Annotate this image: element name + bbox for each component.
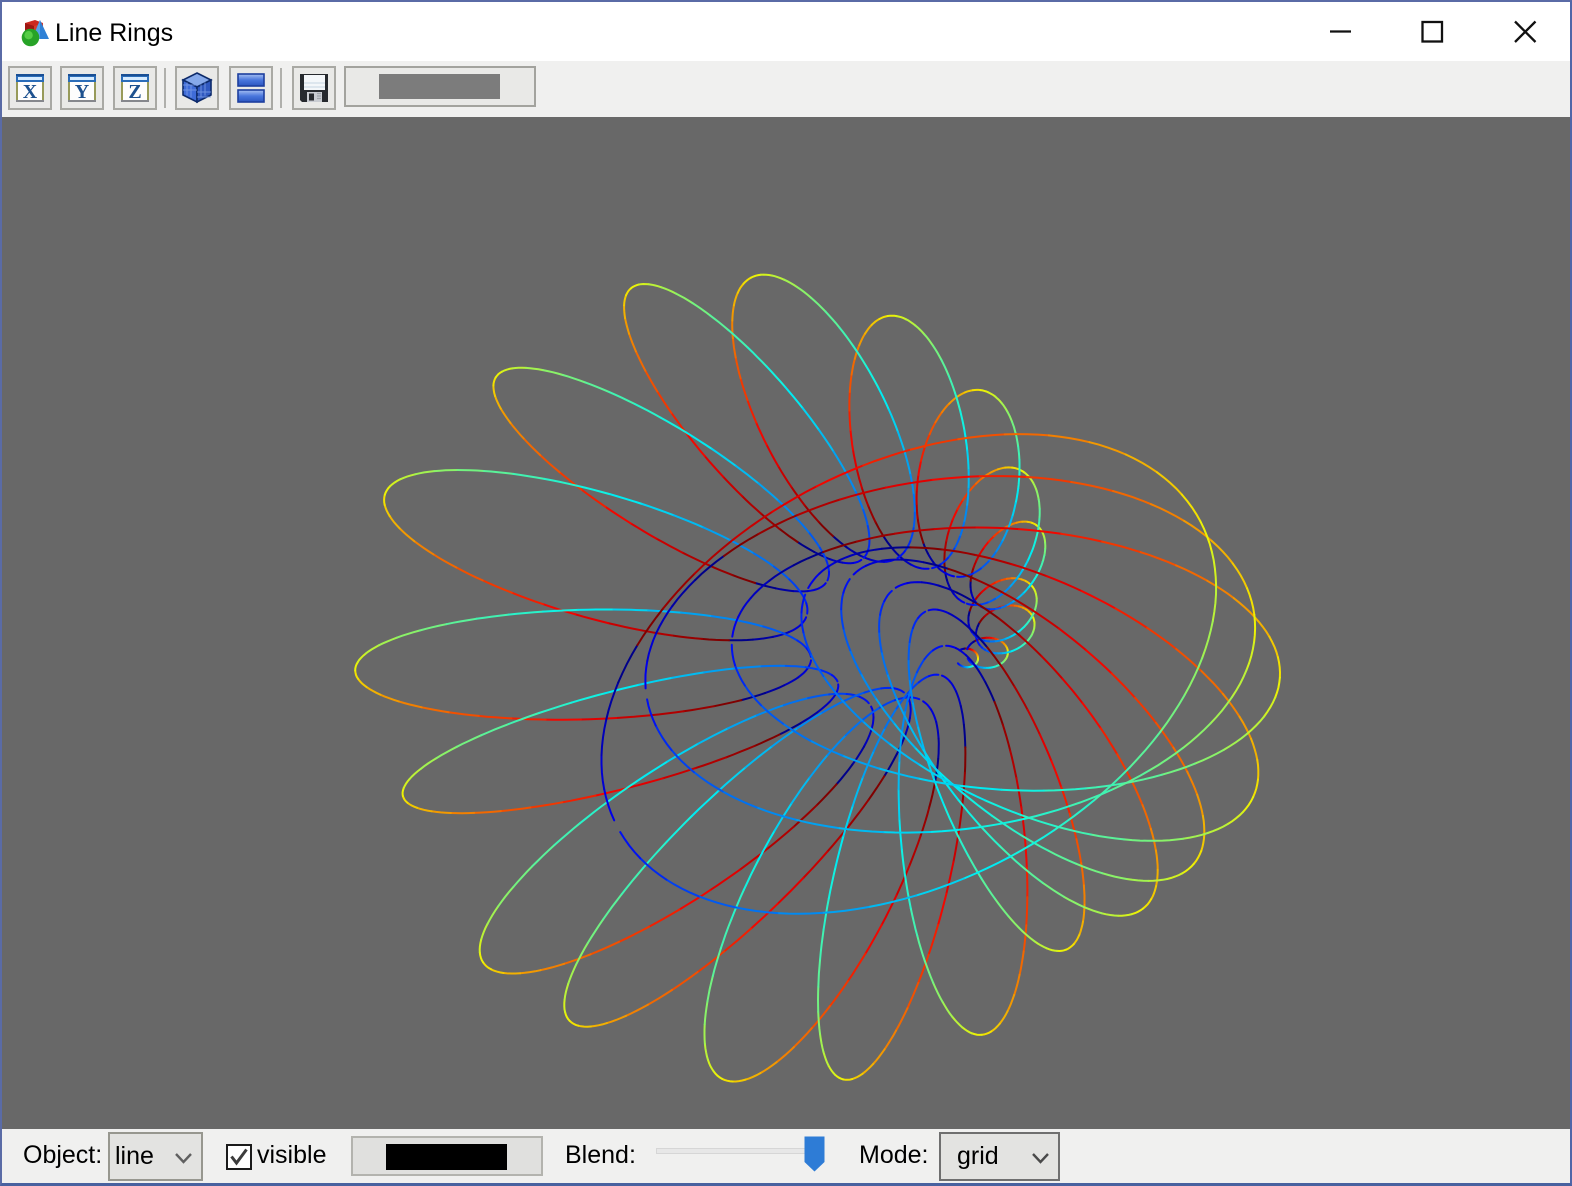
svg-text:Z: Z — [128, 81, 141, 103]
svg-text:Y: Y — [75, 81, 90, 103]
svg-text:X: X — [23, 81, 38, 103]
